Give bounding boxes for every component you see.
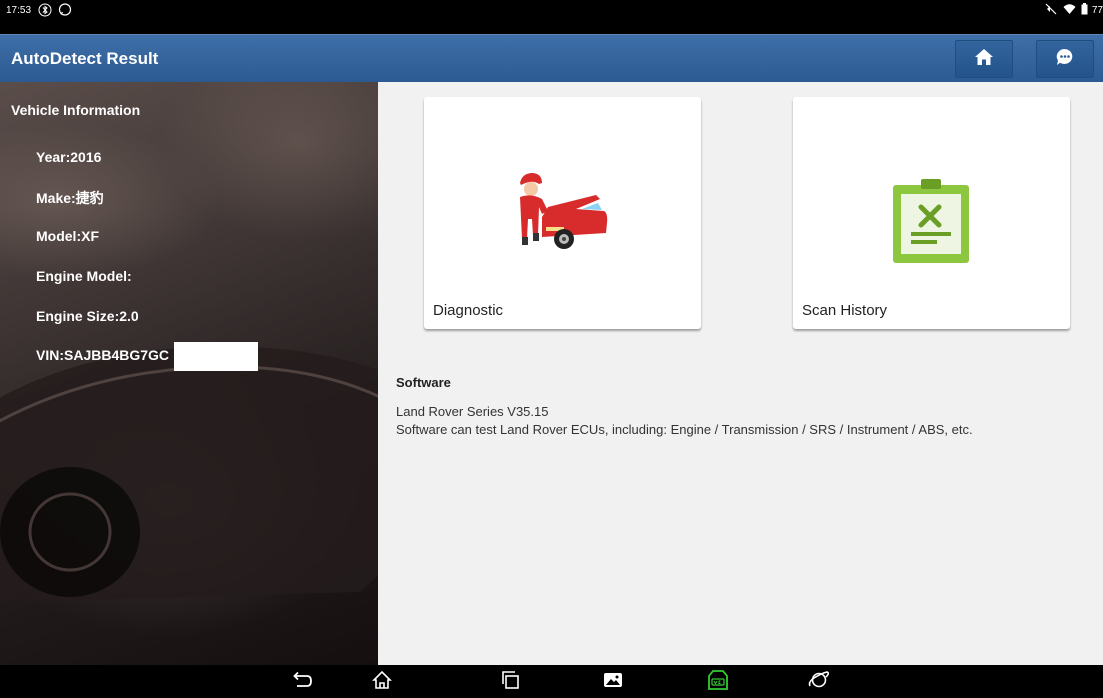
home-icon <box>974 48 994 71</box>
vehicle-make: Make:捷豹 <box>36 190 104 206</box>
scan-history-card[interactable]: Scan History <box>793 97 1070 329</box>
diagnostic-label: Diagnostic <box>433 302 504 319</box>
recents-button[interactable] <box>498 670 524 694</box>
status-right: 77 <box>1045 3 1103 17</box>
vin-redaction <box>174 342 258 371</box>
vci-button[interactable] <box>705 669 731 696</box>
home-outline-icon <box>372 670 392 695</box>
navigation-bar <box>0 665 1103 698</box>
vehicle-year: Year:2016 <box>36 149 102 165</box>
home-nav-button[interactable] <box>369 670 395 694</box>
chat-icon <box>1055 47 1075 72</box>
vehicle-model: Model:XF <box>36 228 99 244</box>
wifi-icon <box>1063 3 1077 17</box>
battery-level: 77 <box>1091 4 1103 16</box>
mechanic-car-icon <box>520 173 608 249</box>
page-title: AutoDetect Result <box>11 49 159 68</box>
car-background-image <box>0 346 378 602</box>
planet-icon <box>808 669 830 696</box>
status-time: 17:53 <box>6 5 32 16</box>
vehicle-info-heading: Vehicle Information <box>11 102 141 118</box>
image-icon <box>603 671 623 694</box>
main-content: Diagnostic Scan History Software Land Ro… <box>378 82 1103 665</box>
chat-button[interactable] <box>1036 40 1094 78</box>
home-button[interactable] <box>955 40 1013 78</box>
screenshot-button[interactable] <box>600 670 626 694</box>
message-icon <box>58 3 72 17</box>
back-button[interactable] <box>289 670 315 694</box>
vehicle-engine-model: Engine Model: <box>36 268 132 284</box>
battery-icon <box>1081 3 1088 17</box>
vehicle-vin: VIN:SAJBB4BG7GC <box>36 347 170 363</box>
recents-icon <box>501 670 521 695</box>
status-left-icons <box>38 3 72 17</box>
back-icon <box>291 671 313 694</box>
scan-history-label: Scan History <box>802 302 888 319</box>
vci-icon <box>706 669 730 696</box>
diagnostic-card[interactable]: Diagnostic <box>424 97 701 329</box>
software-heading: Software <box>396 375 451 390</box>
status-bar: 17:53 77 <box>0 0 1103 34</box>
clipboard-tools-icon <box>893 179 969 263</box>
vehicle-engine-size: Engine Size:2.0 <box>36 308 139 324</box>
title-bar: AutoDetect Result <box>0 34 1103 82</box>
bluetooth-icon <box>38 3 52 17</box>
browser-button[interactable] <box>806 670 832 694</box>
software-description: Software can test Land Rover ECUs, inclu… <box>396 422 973 437</box>
software-version: Land Rover Series V35.15 <box>396 404 549 419</box>
vehicle-info-panel: Vehicle Information Year:2016 Make:捷豹 Mo… <box>0 82 378 665</box>
mute-icon <box>1045 3 1059 17</box>
